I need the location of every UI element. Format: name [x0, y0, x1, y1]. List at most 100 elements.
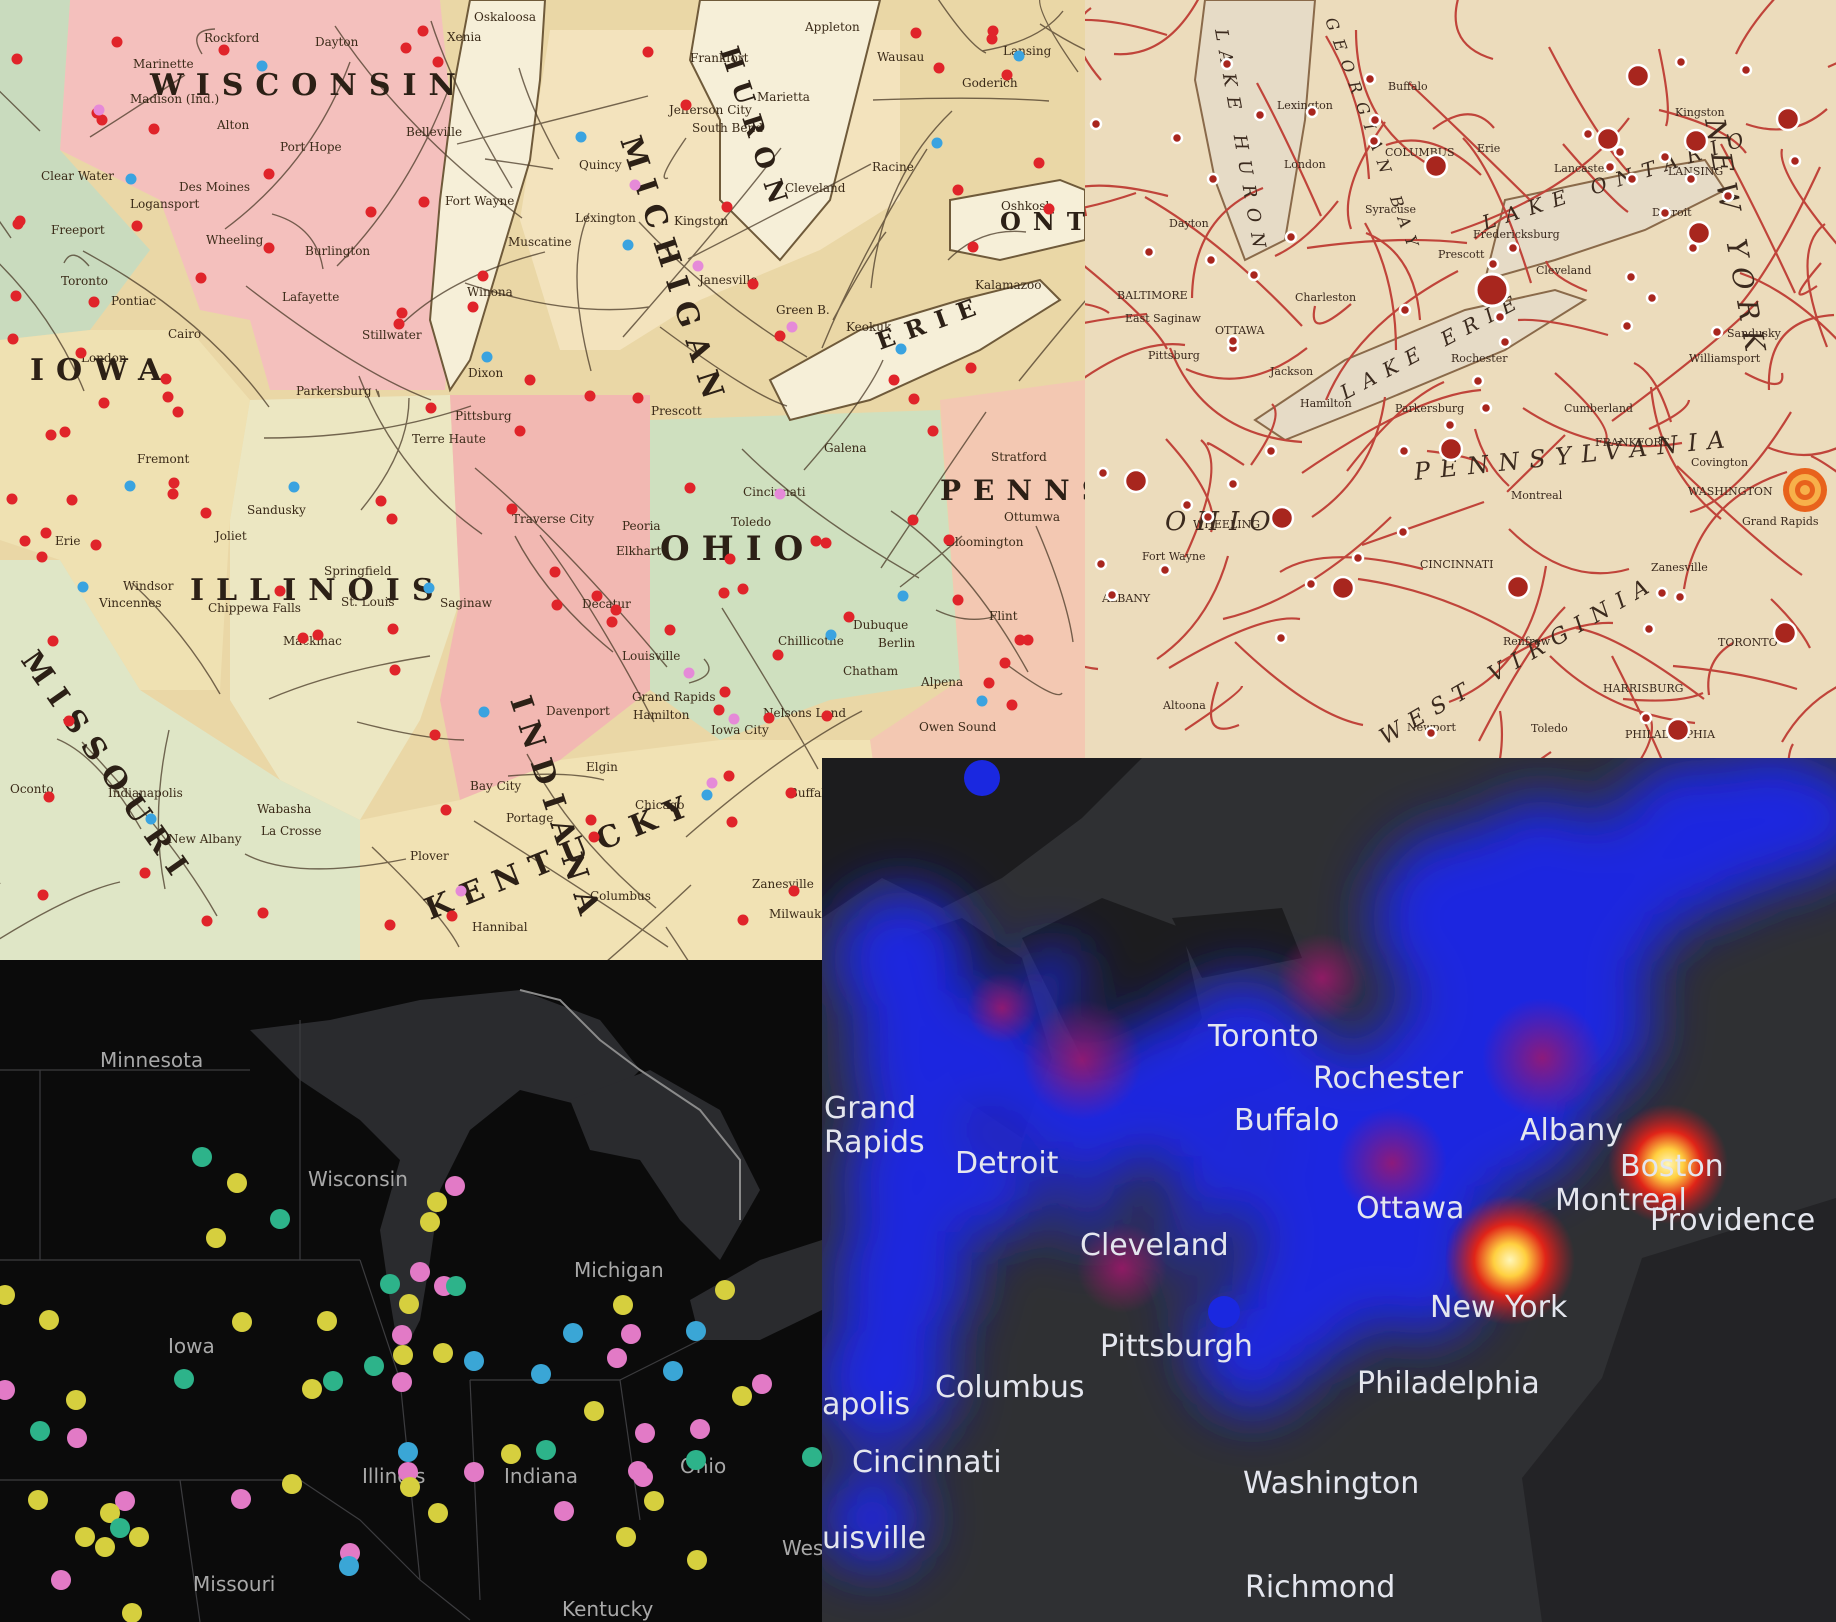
- city-marker: [1424, 726, 1438, 740]
- city-marker: [591, 590, 603, 602]
- city-marker: [389, 664, 401, 676]
- city-marker: [111, 36, 123, 48]
- city-marker: [684, 482, 696, 494]
- map-point-pink: [621, 1324, 641, 1344]
- map-point-yellow: [232, 1312, 252, 1332]
- place-label: Dubuque: [853, 618, 908, 632]
- city-marker: [195, 272, 207, 284]
- city-marker: [1581, 127, 1595, 141]
- map-point-teal: [380, 1274, 400, 1294]
- city-marker: [1625, 172, 1639, 186]
- city-marker: [737, 914, 749, 926]
- state-label: WISCONSIN: [149, 68, 468, 103]
- place-label: Owen Sound: [919, 720, 997, 734]
- city-marker: [10, 290, 22, 302]
- place-label: Wausau: [877, 50, 924, 64]
- place-label: Appleton: [804, 20, 860, 34]
- city-marker: [1603, 160, 1617, 174]
- city-marker: [747, 278, 759, 290]
- place-label: Saginaw: [440, 596, 493, 610]
- warm-spot: [1482, 998, 1602, 1118]
- city-marker: [1368, 113, 1382, 127]
- city-marker: [1686, 220, 1712, 246]
- city-marker: [943, 534, 955, 546]
- city-marker: [1253, 108, 1267, 122]
- map-point-teal: [192, 1147, 212, 1167]
- city-marker: [588, 831, 600, 843]
- city-marker: [418, 196, 430, 208]
- city-marker: [506, 503, 518, 515]
- place-label: Elkhart: [616, 544, 661, 558]
- place-label: Terre Haute: [412, 432, 486, 446]
- state-label: OHIO: [1165, 507, 1281, 537]
- place-label: Flint: [989, 609, 1018, 623]
- map-point-pink: [392, 1372, 412, 1392]
- map-point-pink: [231, 1489, 251, 1509]
- region-label: Indiana: [504, 1464, 578, 1488]
- city-marker: [1674, 55, 1688, 69]
- map-point-yellow: [644, 1491, 664, 1511]
- city-marker: [718, 587, 730, 599]
- state-label: PENNS: [940, 474, 1085, 507]
- city-marker: [1284, 230, 1298, 244]
- place-label: Ottumwa: [1004, 510, 1060, 524]
- city-marker: [1775, 106, 1801, 132]
- city-marker: [575, 131, 587, 143]
- city-marker: [610, 604, 622, 616]
- place-label: Parkersburg: [296, 384, 372, 398]
- city-marker: [200, 507, 212, 519]
- city-marker: [931, 137, 943, 149]
- place-label: Racine: [872, 160, 914, 174]
- city-marker: [417, 25, 429, 37]
- city-marker: [47, 635, 59, 647]
- city-marker: [786, 321, 798, 333]
- city-marker: [1305, 105, 1319, 119]
- place-label: Kingston: [674, 214, 728, 228]
- heatmap-canvas: Ottawa MontrealTorontoRochesterBuffalo Alb…: [822, 758, 1836, 1622]
- place-label: Winona: [467, 285, 513, 299]
- city-marker: [713, 704, 725, 716]
- city-marker: [1673, 590, 1687, 604]
- city-marker: [440, 804, 452, 816]
- warm-spot: [1022, 1000, 1142, 1120]
- city-marker: [1033, 157, 1045, 169]
- city-marker: [145, 813, 157, 825]
- city-marker: [952, 184, 964, 196]
- place-label: Sandusky: [247, 503, 306, 517]
- map-point-teal: [802, 1447, 822, 1467]
- city-label: apolis: [822, 1387, 910, 1422]
- city-label: Cleveland: [1080, 1228, 1229, 1263]
- city-marker: [701, 789, 713, 801]
- map-point-teal: [110, 1518, 130, 1538]
- density-blob: [964, 760, 1000, 796]
- city-marker: [14, 215, 26, 227]
- map-point-pink: [633, 1467, 653, 1487]
- city-marker: [429, 729, 441, 741]
- region-label: Missouri: [193, 1572, 275, 1596]
- map-point-yellow: [282, 1474, 302, 1494]
- place-label: Hamilton: [633, 708, 690, 722]
- city-marker: [910, 27, 922, 39]
- city-marker: [257, 907, 269, 919]
- place-label: Zanesville: [1651, 561, 1708, 574]
- place-label: Cleveland: [1536, 264, 1591, 277]
- city-marker: [59, 426, 71, 438]
- place-label: Peoria: [622, 519, 661, 533]
- place-label: Wabasha: [257, 802, 311, 816]
- place-label: Clear Water: [41, 169, 114, 183]
- place-label: Alton: [216, 118, 250, 132]
- place-label: Cairo: [168, 327, 201, 341]
- place-label: Erie: [1477, 142, 1500, 155]
- city-marker: [897, 590, 909, 602]
- map-point-yellow: [317, 1311, 337, 1331]
- city-marker: [1094, 557, 1108, 571]
- city-marker: [1443, 418, 1457, 432]
- city-marker: [737, 583, 749, 595]
- city-marker: [1438, 436, 1464, 462]
- city-marker: [481, 351, 493, 363]
- city-marker: [312, 629, 324, 641]
- city-marker: [774, 330, 786, 342]
- city-marker: [788, 885, 800, 897]
- map-point-yellow: [28, 1490, 48, 1510]
- city-label: Toronto: [1207, 1019, 1319, 1054]
